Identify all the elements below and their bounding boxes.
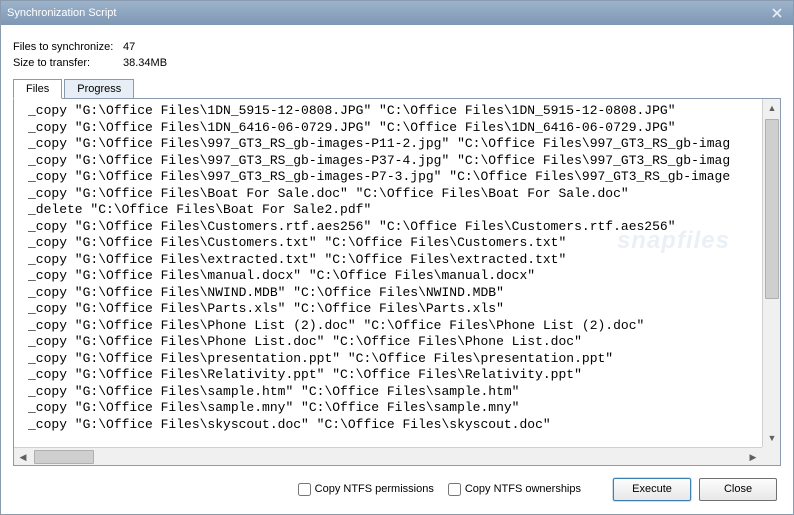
script-line[interactable]: _copy "G:\Office Files\Customers.txt" "C…: [28, 235, 758, 252]
script-line[interactable]: _copy "G:\Office Files\Phone List (2).do…: [28, 318, 758, 335]
copy-ntfs-ownerships-label: Copy NTFS ownerships: [465, 483, 581, 495]
scroll-left-button[interactable]: ◀: [14, 448, 32, 465]
files-to-sync-label: Files to synchronize:: [13, 39, 123, 55]
script-line[interactable]: _copy "G:\Office Files\manual.docx" "C:\…: [28, 268, 758, 285]
window-body: Files to synchronize: 47 Size to transfe…: [1, 25, 793, 514]
script-line[interactable]: _delete "C:\Office Files\Boat For Sale2.…: [28, 202, 758, 219]
script-text[interactable]: _copy "G:\Office Files\1DN_5915-12-0808.…: [14, 99, 762, 447]
scroll-up-button[interactable]: ▲: [763, 99, 780, 117]
script-area[interactable]: snapfiles _copy "G:\Office Files\1DN_591…: [14, 99, 780, 465]
script-line[interactable]: _copy "G:\Office Files\NWIND.MDB" "C:\Of…: [28, 285, 758, 302]
script-line[interactable]: _copy "G:\Office Files\997_GT3_RS_gb-ima…: [28, 169, 758, 186]
script-line[interactable]: _copy "G:\Office Files\997_GT3_RS_gb-ima…: [28, 136, 758, 153]
stats-block: Files to synchronize: 47 Size to transfe…: [13, 39, 781, 71]
script-line[interactable]: _copy "G:\Office Files\skyscout.doc" "C:…: [28, 417, 758, 434]
script-line[interactable]: _copy "G:\Office Files\Customers.rtf.aes…: [28, 219, 758, 236]
scroll-right-button[interactable]: ▶: [744, 448, 762, 465]
copy-ntfs-permissions-checkbox[interactable]: Copy NTFS permissions: [298, 483, 434, 496]
close-button[interactable]: Close: [699, 478, 777, 501]
horizontal-scroll-thumb[interactable]: [34, 450, 94, 464]
content-frame: snapfiles _copy "G:\Office Files\1DN_591…: [13, 98, 781, 466]
size-to-transfer-label: Size to transfer:: [13, 55, 123, 71]
script-line[interactable]: _copy "G:\Office Files\sample.htm" "C:\O…: [28, 384, 758, 401]
scroll-corner: [762, 447, 780, 465]
button-group: Execute Close: [613, 478, 777, 501]
copy-ntfs-ownerships-input[interactable]: [448, 483, 461, 496]
copy-ntfs-ownerships-checkbox[interactable]: Copy NTFS ownerships: [448, 483, 581, 496]
window-title: Synchronization Script: [7, 7, 767, 19]
tab-files[interactable]: Files: [13, 79, 62, 99]
script-line[interactable]: _copy "G:\Office Files\presentation.ppt"…: [28, 351, 758, 368]
horizontal-scrollbar[interactable]: ◀ ▶: [14, 447, 762, 465]
execute-button[interactable]: Execute: [613, 478, 691, 501]
script-line[interactable]: _copy "G:\Office Files\Relativity.ppt" "…: [28, 367, 758, 384]
script-line[interactable]: _copy "G:\Office Files\sample.mny" "C:\O…: [28, 400, 758, 417]
copy-ntfs-permissions-input[interactable]: [298, 483, 311, 496]
vertical-scroll-thumb[interactable]: [765, 119, 779, 299]
script-line[interactable]: _copy "G:\Office Files\Phone List.doc" "…: [28, 334, 758, 351]
size-to-transfer-value: 38.34MB: [123, 55, 167, 71]
tab-progress[interactable]: Progress: [64, 79, 134, 99]
script-line[interactable]: _copy "G:\Office Files\1DN_5915-12-0808.…: [28, 103, 758, 120]
script-line[interactable]: _copy "G:\Office Files\Boat For Sale.doc…: [28, 186, 758, 203]
scroll-down-button[interactable]: ▼: [763, 429, 780, 447]
footer: Copy NTFS permissions Copy NTFS ownershi…: [13, 472, 781, 506]
script-line[interactable]: _copy "G:\Office Files\extracted.txt" "C…: [28, 252, 758, 269]
window-frame: Synchronization Script Files to synchron…: [0, 0, 794, 515]
copy-ntfs-permissions-label: Copy NTFS permissions: [315, 483, 434, 495]
script-line[interactable]: _copy "G:\Office Files\997_GT3_RS_gb-ima…: [28, 153, 758, 170]
titlebar[interactable]: Synchronization Script: [1, 1, 793, 25]
vertical-scrollbar[interactable]: ▲ ▼: [762, 99, 780, 447]
files-to-sync-value: 47: [123, 39, 135, 55]
script-line[interactable]: _copy "G:\Office Files\1DN_6416-06-0729.…: [28, 120, 758, 137]
window-close-button[interactable]: [767, 5, 787, 21]
close-icon: [772, 8, 782, 18]
tab-bar: Files Progress: [13, 79, 781, 99]
script-line[interactable]: _copy "G:\Office Files\Parts.xls" "C:\Of…: [28, 301, 758, 318]
